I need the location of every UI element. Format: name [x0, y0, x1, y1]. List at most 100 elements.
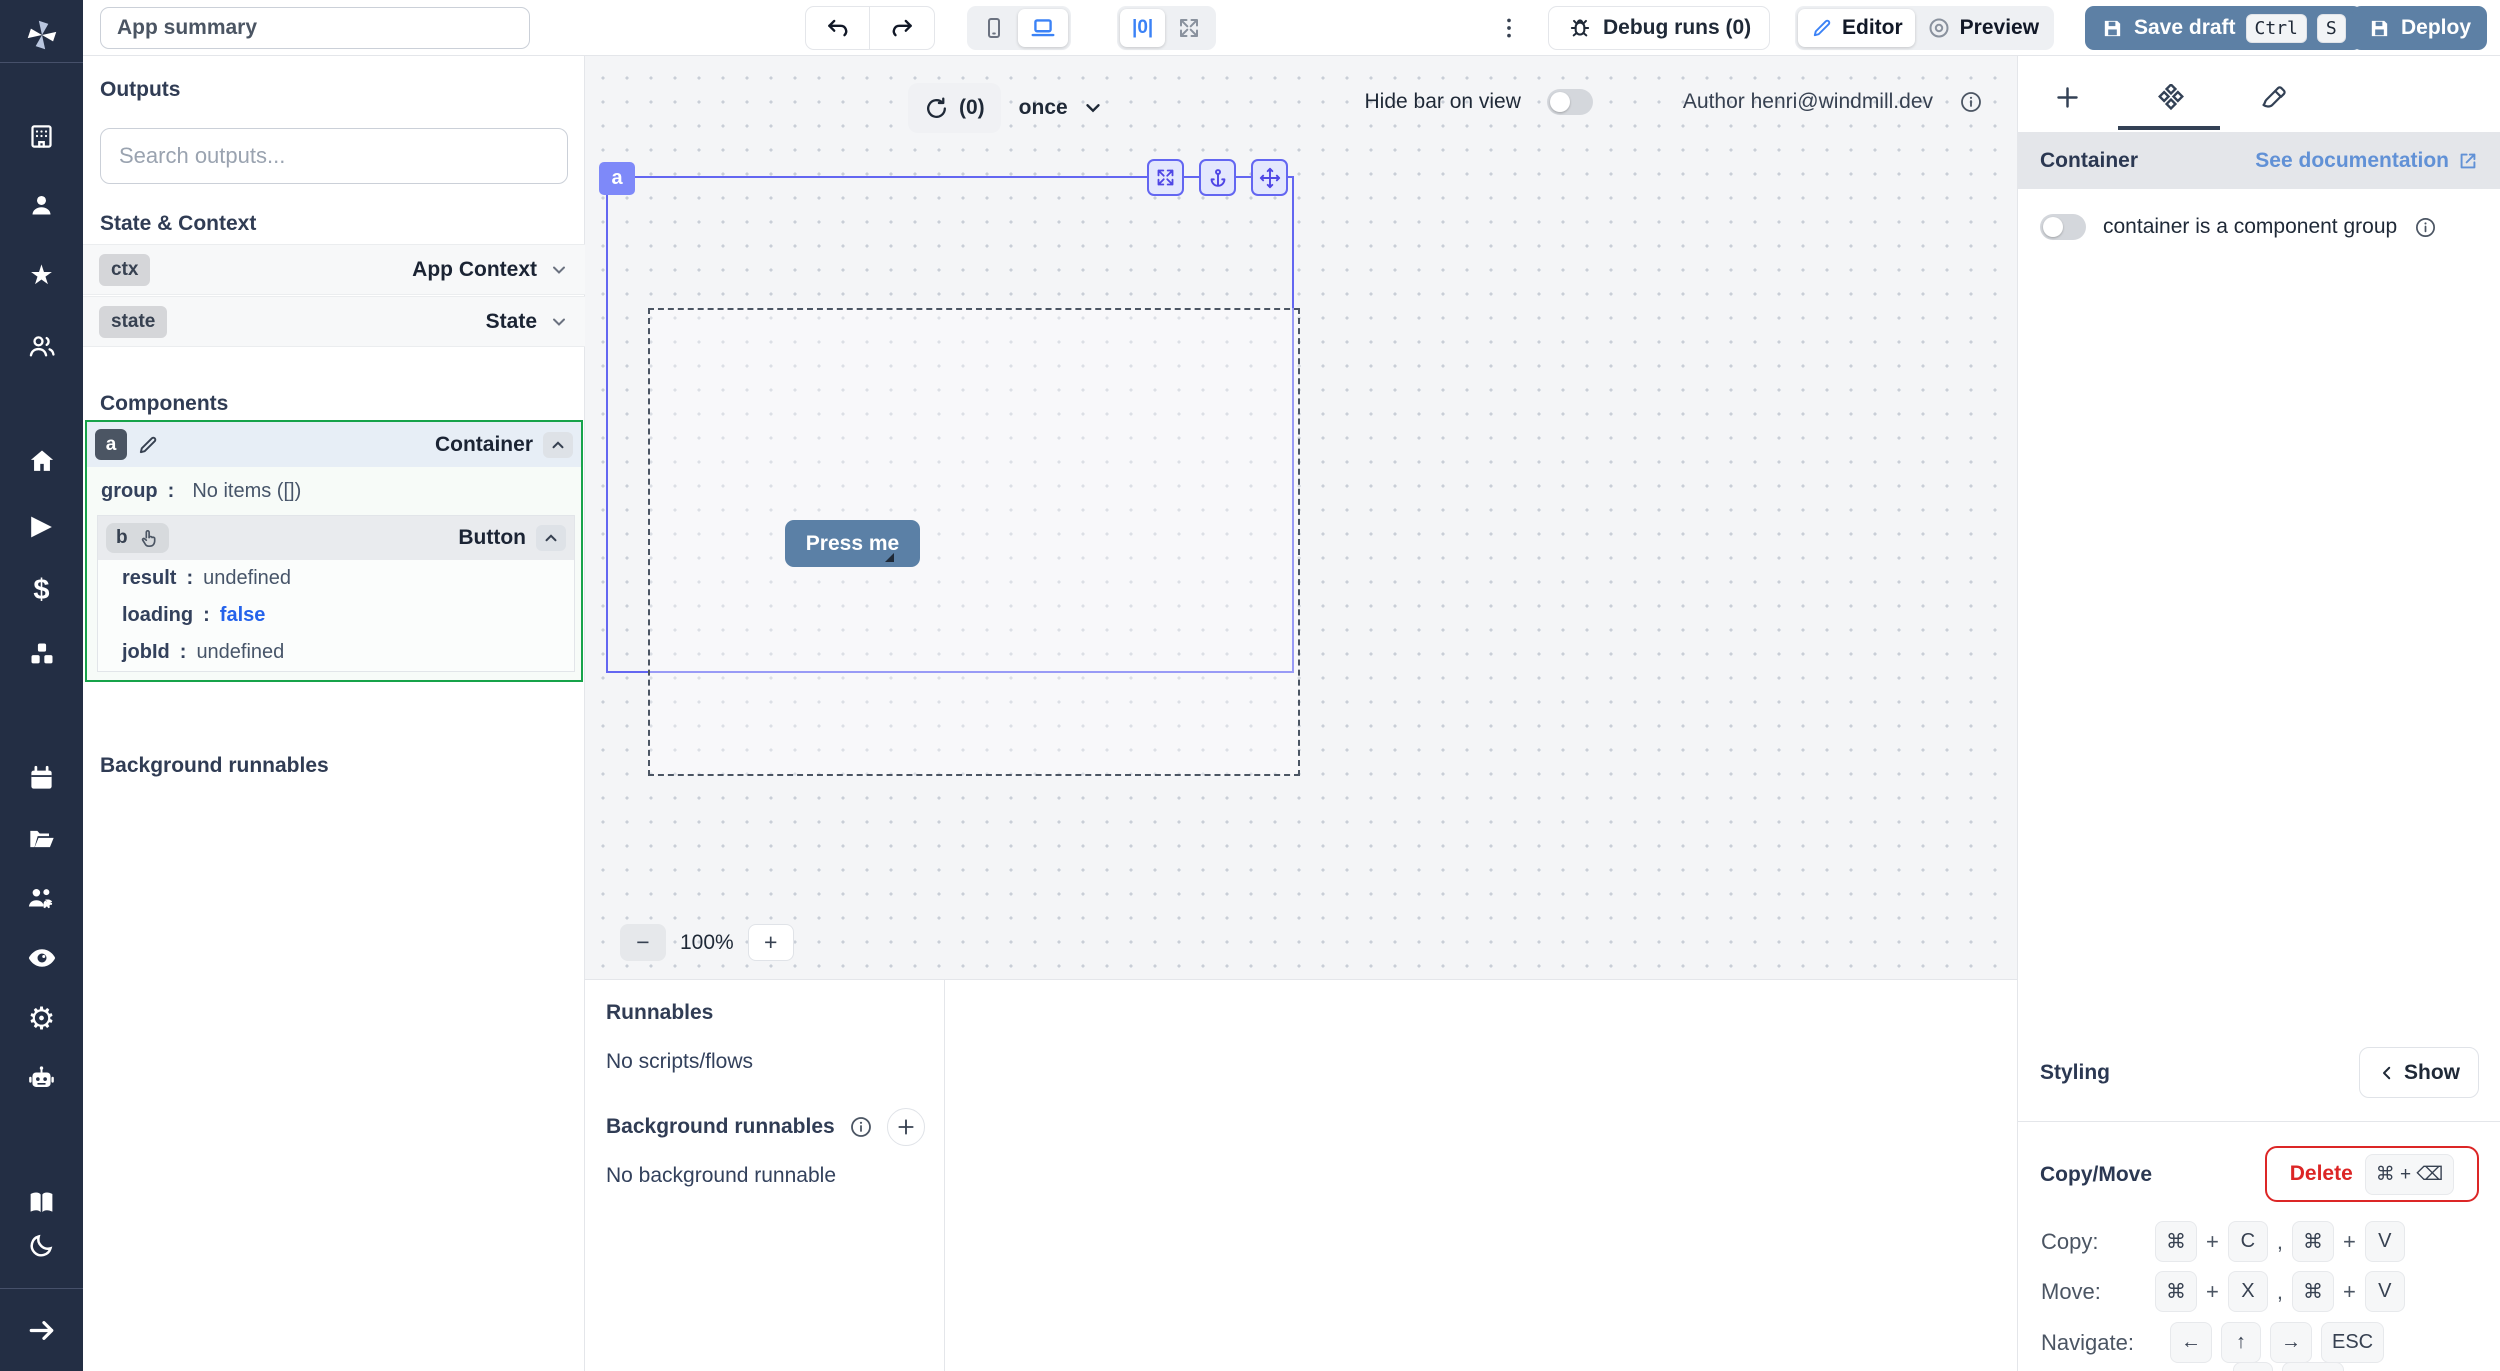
delete-kbd: ⌘ + ⌫: [2365, 1154, 2455, 1195]
state-context-title: State & Context: [100, 212, 256, 236]
book-icon[interactable]: [0, 1188, 83, 1217]
centered-layout-button[interactable]: |0|: [1120, 9, 1165, 47]
save-kbd-ctrl: Ctrl: [2246, 14, 2307, 43]
building-icon[interactable]: [0, 123, 83, 150]
zoom-out-button[interactable]: −: [620, 924, 666, 961]
hide-bar-toggle[interactable]: [1547, 89, 1593, 115]
kbd-cmd: ⌘: [2292, 1271, 2334, 1312]
button-result-row[interactable]: result : undefined: [98, 560, 574, 597]
state-row[interactable]: state State: [83, 296, 585, 347]
app-summary-input[interactable]: [100, 7, 530, 49]
group-value: No items ([]): [192, 480, 301, 503]
button-component-header[interactable]: b Button: [98, 516, 574, 560]
users-icon[interactable]: [0, 332, 83, 360]
redo-button[interactable]: [870, 7, 934, 49]
container-group-row[interactable]: group : No items ([]): [87, 467, 581, 515]
deploy-button[interactable]: Deploy: [2352, 6, 2487, 50]
kbd-cmd: ⌘: [2155, 1221, 2197, 1262]
chevron-down-icon[interactable]: [549, 260, 569, 280]
collapse-container-button[interactable]: [543, 432, 573, 458]
moon-icon[interactable]: [0, 1232, 83, 1259]
move-handle[interactable]: [1251, 159, 1288, 196]
delete-component-button[interactable]: Delete ⌘ + ⌫: [2265, 1146, 2479, 1202]
container-id-badge[interactable]: a: [95, 429, 127, 460]
user-icon[interactable]: [0, 192, 83, 219]
collapse-button-button[interactable]: [536, 525, 566, 551]
search-outputs-input[interactable]: [100, 128, 568, 184]
tab-component-settings[interactable]: [2156, 84, 2186, 114]
button-jobid-row[interactable]: jobId : undefined: [98, 634, 574, 671]
plus-separator: +: [2206, 1229, 2219, 1255]
windmill-logo-icon[interactable]: [0, 16, 83, 54]
loading-key: loading: [122, 604, 193, 627]
gear-icon[interactable]: ⚙: [0, 1003, 83, 1034]
selected-container-component[interactable]: a Press me: [606, 176, 1294, 673]
button-id-badge: b: [116, 527, 128, 549]
rename-pencil-icon[interactable]: [137, 433, 160, 456]
add-background-runnable-button[interactable]: [887, 1108, 925, 1146]
robot-icon[interactable]: [0, 1064, 83, 1093]
kbd-cmd: ⌘: [2155, 1271, 2197, 1312]
container-component-header[interactable]: a Container: [87, 422, 581, 467]
anchor-handle[interactable]: [1199, 159, 1236, 196]
ctx-row[interactable]: ctx App Context: [83, 244, 585, 295]
mobile-view-button[interactable]: [970, 9, 1018, 47]
dollar-icon[interactable]: $: [0, 576, 83, 605]
folder-open-icon[interactable]: [0, 825, 83, 853]
info-icon[interactable]: [1959, 90, 1983, 114]
top-toolbar: |0| Debug runs (0) Editor Preview: [83, 0, 2500, 56]
canvas-press-me-button[interactable]: Press me: [785, 520, 920, 567]
button-id-badge-group[interactable]: b: [106, 523, 169, 553]
expand-icon: [1155, 167, 1176, 188]
info-icon[interactable]: [849, 1115, 873, 1139]
kbd-cmd: ⌘: [2292, 1221, 2334, 1262]
plus-separator: +: [2343, 1229, 2356, 1255]
kbd-arrow-up: ↑: [2221, 1322, 2261, 1363]
zoom-in-button[interactable]: +: [748, 924, 794, 961]
tab-insert-component[interactable]: [2054, 84, 2081, 111]
more-menu-button[interactable]: [1498, 6, 1520, 50]
cubes-icon[interactable]: [0, 640, 83, 668]
expand-handle[interactable]: [1147, 159, 1184, 196]
eye-icon[interactable]: [0, 943, 83, 973]
debug-runs-button[interactable]: Debug runs (0): [1548, 6, 1770, 50]
component-tag-badge[interactable]: a: [599, 162, 635, 195]
main-sidebar: ★ ▶ $ ⚙: [0, 0, 83, 1371]
component-group-toggle[interactable]: [2040, 214, 2086, 240]
play-icon[interactable]: ▶: [0, 512, 83, 539]
chevron-down-icon[interactable]: [549, 312, 569, 332]
styling-title: Styling: [2040, 1061, 2110, 1085]
info-icon[interactable]: [2414, 216, 2437, 239]
button-loading-row[interactable]: loading : false: [98, 597, 574, 634]
save-draft-button[interactable]: Save draft Ctrl S: [2085, 6, 2362, 50]
centered-layout-icon: |0|: [1132, 17, 1153, 39]
refresh-count: (0): [959, 96, 985, 120]
tab-editor[interactable]: Editor: [1798, 9, 1915, 47]
refresh-button[interactable]: (0): [908, 83, 1001, 133]
users-gear-icon[interactable]: [0, 884, 83, 914]
background-runnables-title: Background runnables: [606, 1115, 835, 1139]
app-canvas[interactable]: (0) once Hide bar on view Author henri@w…: [585, 56, 2017, 979]
schedule-dropdown[interactable]: once: [1019, 96, 1104, 120]
tab-styling[interactable]: [2260, 84, 2288, 112]
home-icon[interactable]: [0, 447, 83, 475]
ctx-type-label: App Context: [412, 258, 537, 282]
desktop-view-button[interactable]: [1018, 9, 1068, 47]
undo-redo-group: [805, 6, 935, 50]
arrow-right-icon[interactable]: [0, 1316, 83, 1345]
see-documentation-link[interactable]: See documentation: [2255, 149, 2479, 173]
full-width-layout-button[interactable]: [1165, 9, 1213, 47]
resize-handle[interactable]: [885, 553, 894, 562]
container-drop-grid[interactable]: Press me: [648, 308, 1300, 776]
undo-button[interactable]: [806, 7, 870, 49]
deploy-label: Deploy: [2401, 16, 2471, 40]
container-component-group: a Container group : No items ([]) b: [85, 420, 583, 682]
schedule-mode-label: once: [1019, 96, 1068, 120]
canvas-meta-controls: Hide bar on view Author henri@windmill.d…: [1364, 89, 1983, 115]
tab-preview[interactable]: Preview: [1915, 9, 2051, 47]
button-type-label: Button: [458, 526, 526, 550]
show-styling-button[interactable]: Show: [2359, 1047, 2479, 1098]
star-icon[interactable]: ★: [0, 262, 83, 289]
calendar-icon[interactable]: [0, 765, 83, 792]
sidebar-divider: [0, 62, 83, 63]
